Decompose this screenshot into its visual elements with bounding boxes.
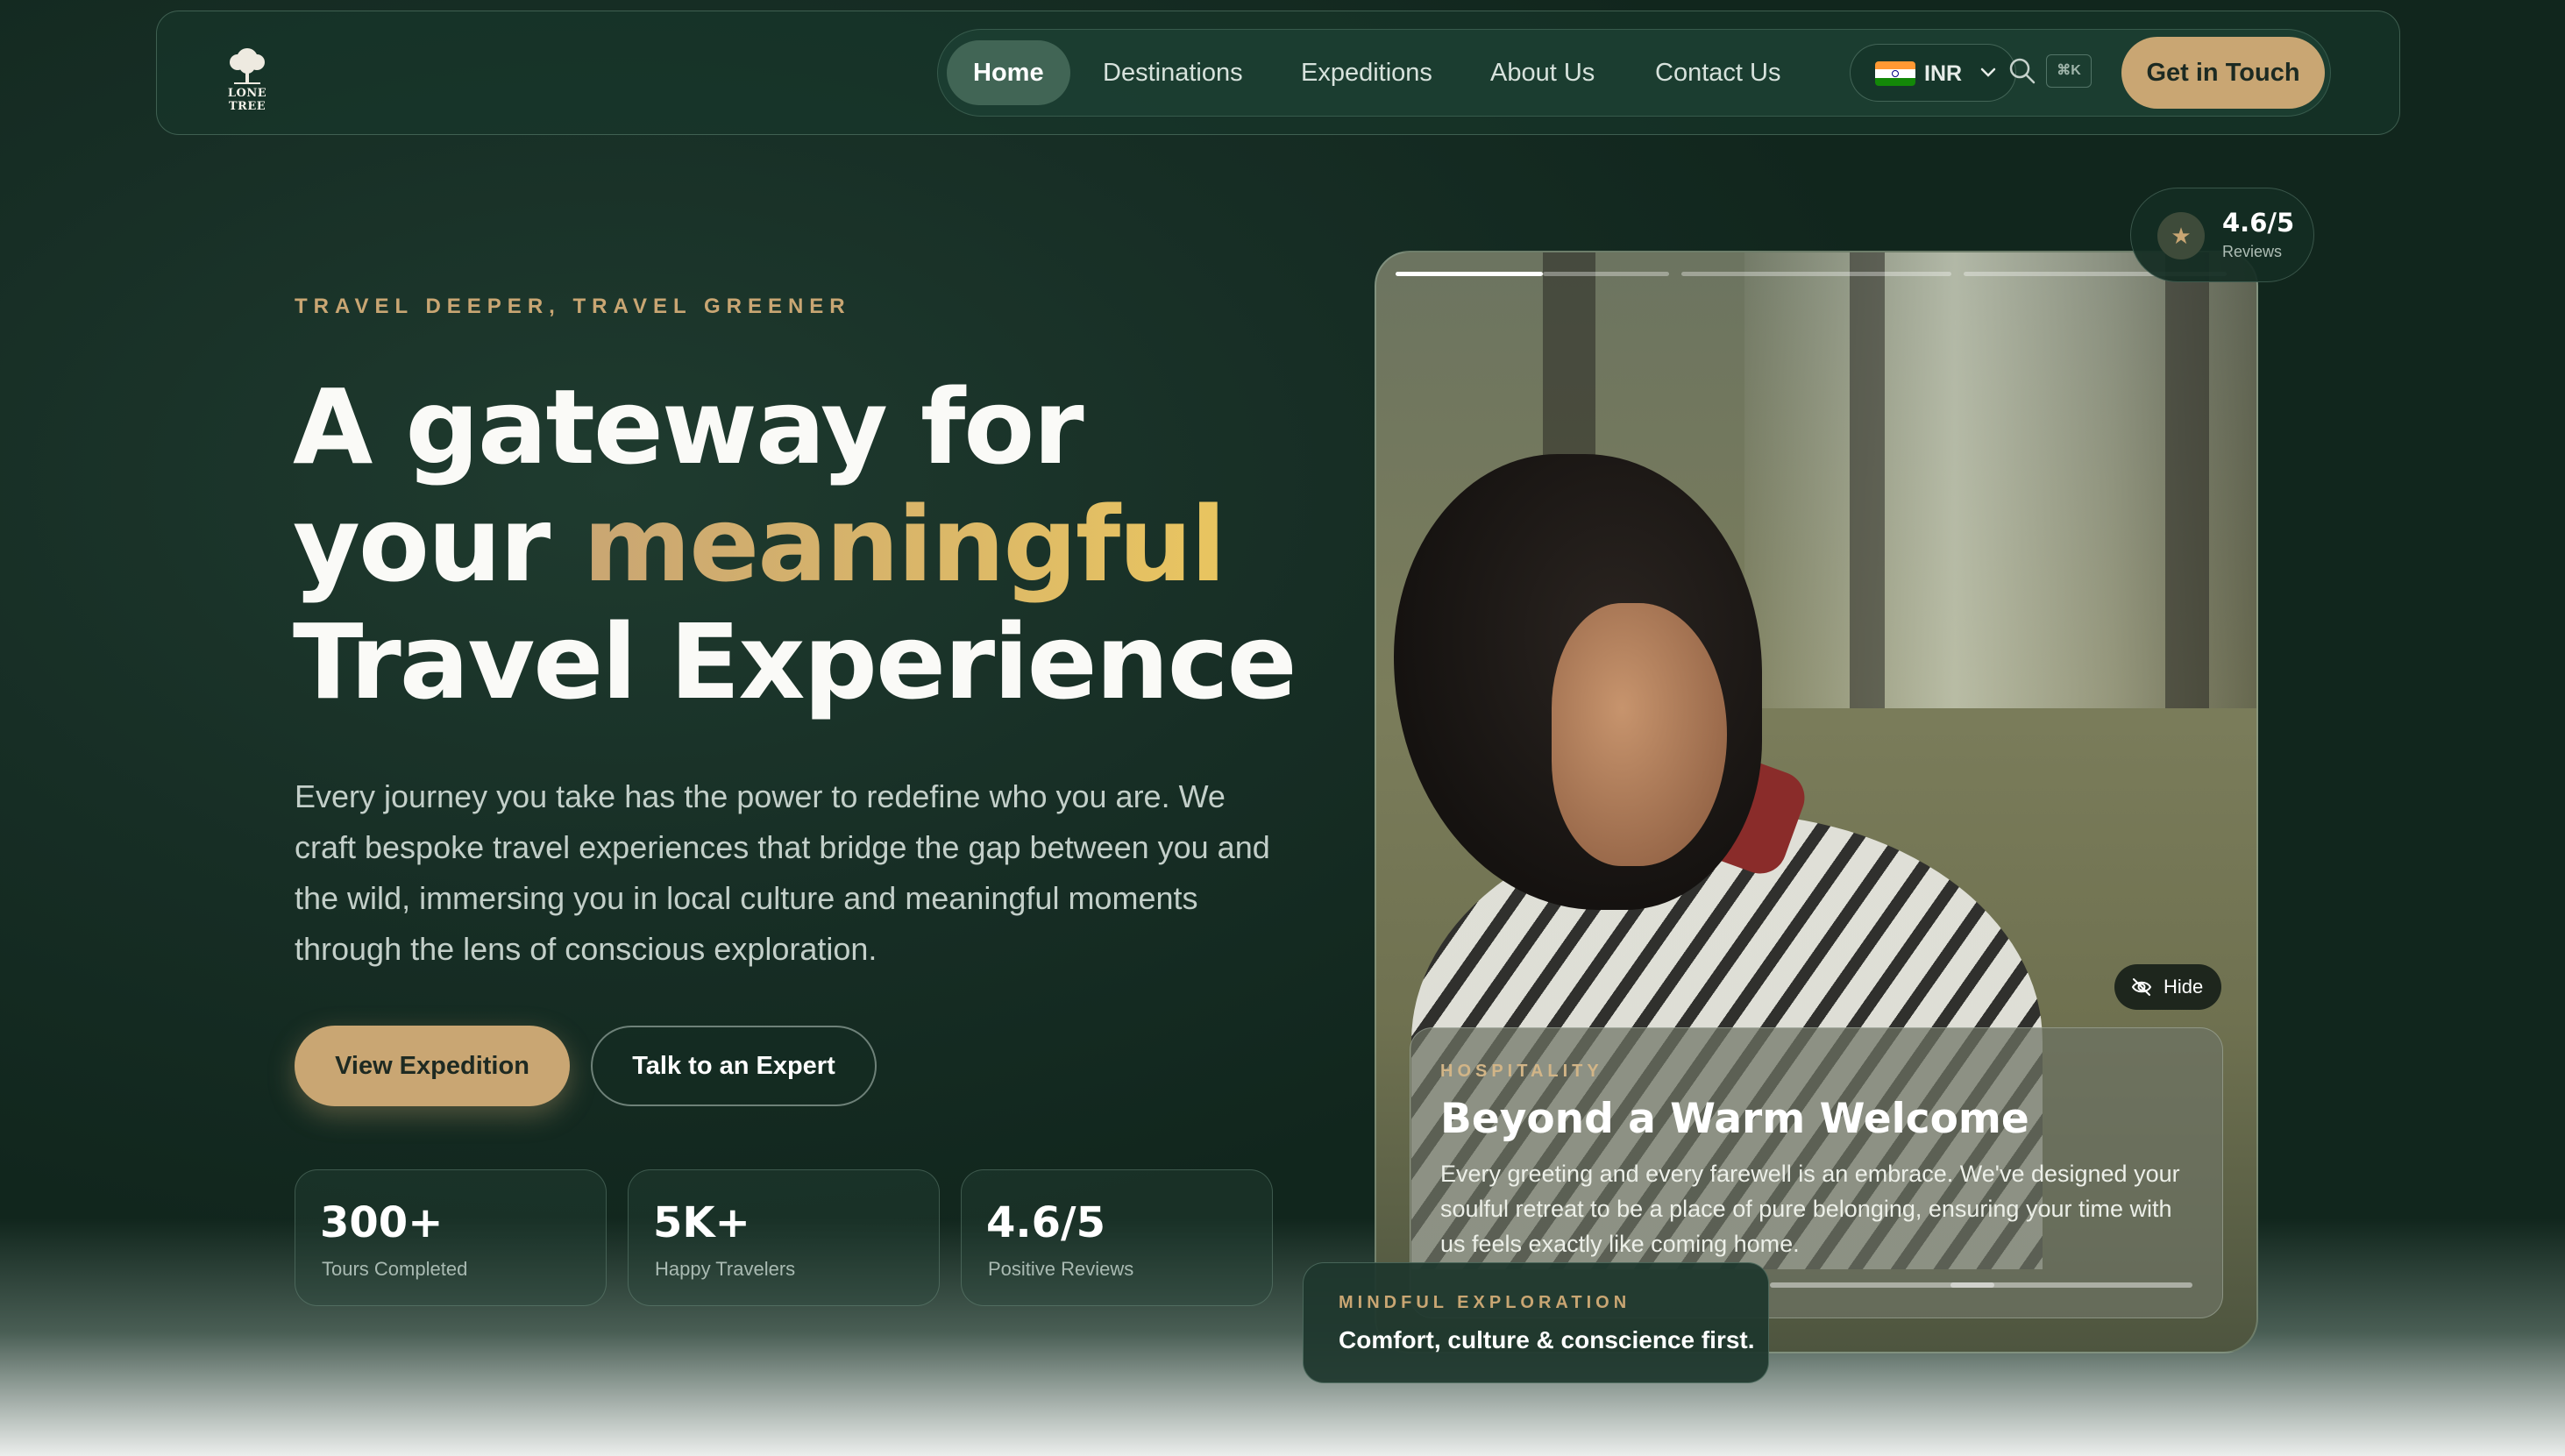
- view-expedition-button[interactable]: View Expedition: [295, 1026, 570, 1106]
- search-icon[interactable]: [2007, 56, 2037, 86]
- talk-to-expert-button[interactable]: Talk to an Expert: [591, 1026, 877, 1106]
- slide-indicator-1-track: [1543, 272, 1669, 276]
- headline-line-2: your meaningful: [293, 486, 1296, 603]
- stat-card-tours: 300+ Tours Completed: [295, 1169, 607, 1306]
- eye-off-icon: [2131, 978, 2152, 996]
- nav-item-home[interactable]: Home: [947, 40, 1070, 105]
- stat-value: 5K+: [653, 1198, 750, 1247]
- slide-indicator-2[interactable]: [1681, 272, 1951, 276]
- logo[interactable]: LONE TREE: [208, 46, 287, 113]
- mindful-tag: MINDFUL EXPLORATION: [1339, 1293, 1631, 1312]
- nav-item-expeditions[interactable]: Expeditions: [1301, 40, 1432, 105]
- slide-indicator-1[interactable]: [1396, 272, 1543, 276]
- stat-label: Happy Travelers: [655, 1258, 796, 1280]
- stat-card-reviews: 4.6/5 Positive Reviews: [961, 1169, 1273, 1306]
- nav-item-about-us[interactable]: About Us: [1490, 40, 1595, 105]
- photo-detail: [2165, 252, 2209, 708]
- hide-card-button[interactable]: Hide: [2114, 964, 2221, 1010]
- rating-label: Reviews: [2222, 243, 2283, 260]
- hide-label: Hide: [2164, 976, 2204, 998]
- headline-line-1: A gateway for: [293, 366, 1084, 487]
- headline-line-3: Travel Experience: [293, 601, 1297, 722]
- mindful-text: Comfort, culture & conscience first.: [1339, 1326, 1755, 1353]
- card-indicator-2[interactable]: [1950, 1282, 2192, 1288]
- stat-value: 4.6/5: [986, 1198, 1105, 1247]
- photo-person-face: [1552, 603, 1727, 866]
- chevron-down-icon: [1980, 67, 1996, 77]
- stat-value: 300+: [320, 1198, 444, 1247]
- mindful-exploration-badge: MINDFUL EXPLORATION Comfort, culture & c…: [1303, 1262, 1769, 1383]
- get-in-touch-button[interactable]: Get in Touch: [2121, 37, 2325, 109]
- experience-tag: HOSPITALITY: [1440, 1062, 1603, 1081]
- currency-selector[interactable]: INR: [1850, 44, 2016, 102]
- experience-title: Beyond a Warm Welcome: [1440, 1095, 2029, 1143]
- main-menu: Home Destinations Expeditions About Us C…: [937, 29, 2331, 117]
- stat-label: Positive Reviews: [988, 1258, 1134, 1280]
- headline-line-2-prefix: your: [293, 484, 584, 605]
- experience-body: Every greeting and every farewell is an …: [1440, 1161, 2180, 1257]
- hero-eyebrow: TRAVEL DEEPER, TRAVEL GREENER: [295, 295, 851, 318]
- hero-headline: A gateway for your meaningful Travel Exp…: [293, 366, 1297, 722]
- rating-badge: ★ 4.6/5 Reviews: [2130, 188, 2314, 282]
- stat-card-travelers: 5K+ Happy Travelers: [628, 1169, 940, 1306]
- search-shortcut-badge: ⌘K: [2046, 54, 2092, 88]
- rating-value: 4.6/5: [2222, 208, 2295, 238]
- hero-description: Every journey you take has the power to …: [295, 778, 1270, 967]
- nav-item-contact-us[interactable]: Contact Us: [1655, 40, 1780, 105]
- star-icon: ★: [2157, 212, 2205, 259]
- currency-label: INR: [1924, 61, 1963, 86]
- tree-icon: [230, 48, 265, 84]
- photo-detail: [1850, 252, 1885, 708]
- india-flag-icon: [1875, 61, 1915, 86]
- headline-highlight: meaningful: [583, 484, 1226, 605]
- navbar: LONE TREE Home Destinations Expeditions …: [156, 11, 2400, 135]
- stat-label: Tours Completed: [322, 1258, 468, 1280]
- logo-text: LONE TREE: [227, 87, 267, 113]
- nav-item-destinations[interactable]: Destinations: [1103, 40, 1243, 105]
